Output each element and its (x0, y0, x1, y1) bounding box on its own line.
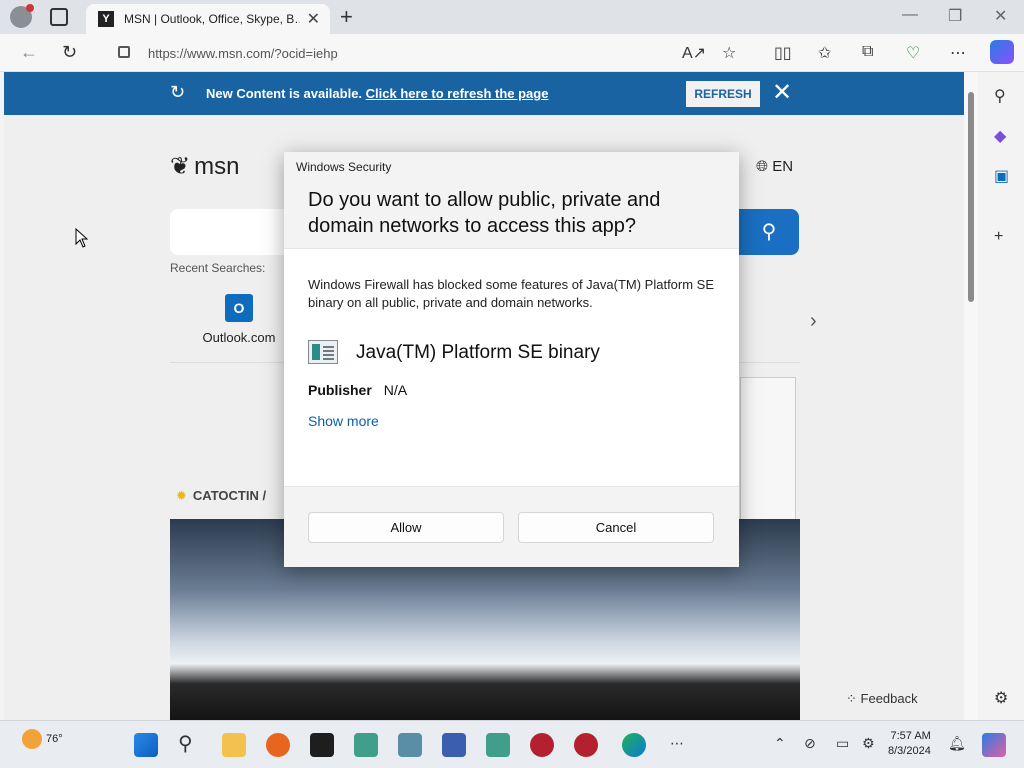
weather-sun-icon (22, 729, 42, 749)
banner-close-icon[interactable]: ✕ (772, 78, 792, 107)
msn-favicon-icon: Y (98, 11, 114, 27)
search-icon: ⚲ (761, 221, 777, 243)
feedback-icon: ⁘ (846, 691, 857, 706)
favorites-icon[interactable]: ✩ (818, 43, 831, 63)
show-more-link[interactable]: Show more (308, 413, 379, 429)
copilot-icon[interactable] (990, 40, 1014, 64)
tab-close-icon[interactable]: ✕ (307, 9, 320, 29)
weather-widget[interactable]: 76° (22, 729, 63, 749)
clock-date: 8/3/2024 (888, 745, 931, 757)
allow-button[interactable]: Allow (308, 512, 504, 543)
dialog-footer: Allow Cancel (284, 486, 739, 567)
copilot-taskbar-icon[interactable] (982, 733, 1006, 757)
refresh-button[interactable]: REFRESH (686, 81, 760, 107)
dialog-question: Do you want to allow public, private and… (308, 189, 661, 237)
back-icon[interactable]: ← (20, 42, 38, 63)
tray-display-icon[interactable]: ▭ (836, 735, 849, 752)
globe-icon: 🌐︎ (756, 158, 769, 175)
page-scrollbar[interactable] (964, 72, 978, 720)
more-menu-icon[interactable]: ⋯ (950, 43, 966, 63)
sidebar-add-icon[interactable]: + (994, 228, 1003, 246)
collections-icon[interactable]: ⧉ (862, 43, 873, 61)
network-app-icon[interactable] (442, 733, 466, 757)
restore-icon[interactable]: ❐ (948, 6, 962, 26)
taskbar-search-icon[interactable]: ⚲ (178, 731, 193, 756)
mouse-cursor-icon (75, 227, 89, 248)
tray-settings-icon[interactable]: ⚙ (862, 735, 875, 752)
background-popup-card (740, 377, 796, 527)
publisher-value: N/A (383, 382, 408, 398)
refresh-circle-icon: ↻ (170, 82, 186, 102)
taskbar-more-icon[interactable]: ⋯ (670, 735, 684, 752)
msn-butterfly-icon: ❦ (170, 153, 191, 180)
dialog-header: Windows Security Do you want to allow pu… (284, 152, 739, 249)
browser-tab-msn[interactable]: Y MSN | Outlook, Office, Skype, B… ✕ (86, 4, 330, 34)
browser-essentials-icon[interactable]: ♡ (906, 43, 920, 63)
banner-text: New Content is available. (206, 86, 363, 101)
lock-icon (118, 46, 130, 58)
app-name: Java(TM) Platform SE binary (356, 342, 600, 363)
msn-logo[interactable]: ❦ msn (170, 152, 239, 181)
tab-actions-icon[interactable] (50, 8, 68, 26)
outlook-icon: O (225, 294, 253, 322)
edge-sidebar: ⚲ ◆ ▣ + ⚙ (982, 72, 1024, 720)
refresh-icon[interactable]: ↻ (62, 42, 77, 63)
window-close-icon[interactable]: ✕ (994, 6, 1007, 26)
browser-tab-bar: Y MSN | Outlook, Office, Skype, B… ✕ + —… (0, 0, 1024, 34)
edge-browser-icon[interactable] (622, 733, 646, 757)
new-tab-icon[interactable]: + (340, 4, 353, 30)
address-toolbar: ← ↻ https://www.msn.com/?ocid=iehp A↗ ☆ … (0, 34, 1024, 72)
firefox-icon[interactable] (266, 733, 290, 757)
publisher-label: Publisher (308, 382, 372, 398)
app-window-icon-2[interactable] (398, 733, 422, 757)
favorite-star-icon[interactable]: ☆ (722, 43, 736, 63)
sidebar-copilot-icon[interactable]: ◆ (994, 126, 1006, 146)
new-content-banner: ↻ New Content is available. Click here t… (4, 72, 964, 115)
minimize-icon[interactable]: — (902, 6, 918, 24)
feedback-button[interactable]: ⁘ Feedback (846, 691, 918, 707)
sidebar-outlook-icon[interactable]: ▣ (994, 166, 1009, 186)
dialog-caption: Windows Security (296, 160, 392, 174)
scroll-thumb[interactable] (968, 92, 974, 302)
sidebar-search-icon[interactable]: ⚲ (994, 86, 1006, 106)
notification-bell-icon[interactable]: 🔔︎ (948, 735, 966, 752)
sun-icon: ✹ (176, 488, 187, 503)
clock-time: 7:57 AM (890, 730, 931, 742)
terminal-icon[interactable] (310, 733, 334, 757)
application-icon (308, 340, 338, 364)
read-aloud-icon[interactable]: A↗ (682, 43, 706, 63)
dialog-body-text: Windows Firewall has blocked some featur… (308, 277, 715, 310)
tray-network-off-icon[interactable]: ⊘ (804, 735, 816, 752)
search-button[interactable]: ⚲ (739, 209, 799, 255)
windows-security-dialog: Windows Security Do you want to allow pu… (284, 152, 739, 567)
tab-title: MSN | Outlook, Office, Skype, B… (124, 12, 300, 26)
url-field[interactable]: https://www.msn.com/?ocid=iehp (110, 39, 670, 67)
banner-refresh-link[interactable]: Click here to refresh the page (366, 86, 549, 101)
profile-avatar-icon[interactable] (10, 4, 34, 28)
app-window-icon-3[interactable] (486, 733, 510, 757)
sidebar-settings-icon[interactable]: ⚙ (994, 688, 1008, 708)
carousel-next-icon[interactable]: › (810, 310, 817, 333)
split-screen-icon[interactable]: ▯▯ (774, 43, 792, 63)
file-explorer-icon[interactable] (222, 733, 246, 757)
url-text: https://www.msn.com/?ocid=iehp (148, 46, 338, 61)
cancel-button[interactable]: Cancel (518, 512, 714, 543)
ruby-app-icon-1[interactable] (530, 733, 554, 757)
tray-overflow-chevron-icon[interactable]: ⌃ (774, 735, 786, 752)
outlook-tile[interactable]: O Outlook.com (196, 294, 282, 345)
app-window-icon-1[interactable] (354, 733, 378, 757)
publisher-row: Publisher N/A (308, 382, 407, 398)
ruby-app-icon-2[interactable] (574, 733, 598, 757)
system-clock[interactable]: 7:57 AM 8/3/2024 (888, 729, 931, 759)
outlook-tile-label: Outlook.com (202, 330, 276, 345)
recent-searches-label: Recent Searches: (170, 261, 266, 275)
windows-taskbar: 76° ⚲ ⋯ ⌃ ⊘ ▭ ⚙ 7:57 AM 8/3/2024 🔔︎ (0, 720, 1024, 768)
language-selector[interactable]: 🌐︎ EN (756, 158, 793, 175)
start-windows-icon[interactable] (134, 733, 158, 757)
weather-location[interactable]: ✹ CATOCTIN / (176, 488, 266, 504)
